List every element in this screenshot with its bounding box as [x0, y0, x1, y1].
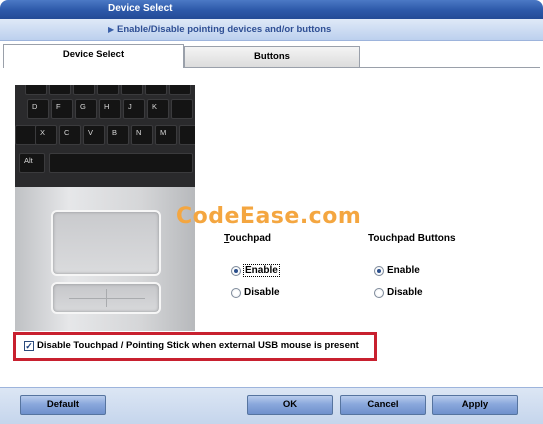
buttons-disable-radio[interactable]	[374, 287, 384, 298]
cancel-button[interactable]: Cancel	[340, 395, 426, 415]
laptop-illustration: D F G H J K X C V B N M Alt	[15, 85, 195, 331]
buttons-disable-option[interactable]: Disable	[374, 287, 423, 298]
key	[97, 85, 119, 95]
usb-mouse-checkbox[interactable]: ✓	[24, 340, 34, 351]
header-banner: ▶ Enable/Disable pointing devices and/or…	[0, 19, 543, 41]
touchpad-buttons-image	[51, 282, 161, 314]
key-alt: Alt	[19, 153, 45, 173]
touchpad-disable-radio[interactable]	[231, 287, 241, 298]
window-title: Device Select	[108, 3, 173, 14]
key	[171, 99, 193, 119]
touchpad-disable-label[interactable]: Disable	[244, 287, 280, 298]
key-g: G	[75, 99, 97, 119]
header-subtitle: Enable/Disable pointing devices and/or b…	[117, 24, 332, 35]
buttons-group-label: Touchpad Buttons	[368, 233, 456, 244]
tab-buttons[interactable]: Buttons	[184, 46, 360, 68]
key-v: V	[83, 125, 105, 145]
touchpad-enable-radio[interactable]	[231, 265, 241, 276]
key-d: D	[27, 99, 49, 119]
tab-device-select[interactable]: Device Select	[3, 44, 184, 68]
usb-mouse-checkbox-row[interactable]: ✓ Disable Touchpad / Pointing Stick when…	[24, 340, 359, 351]
buttons-enable-option[interactable]: Enable	[374, 265, 420, 276]
touchpad-group-label: Touchpad	[224, 233, 272, 244]
key-j: J	[123, 99, 145, 119]
key	[73, 85, 95, 95]
button-divider	[106, 289, 107, 307]
key-f: F	[51, 99, 73, 119]
ok-button[interactable]: OK	[247, 395, 333, 415]
keyboard-image: D F G H J K X C V B N M Alt	[15, 85, 195, 187]
watermark: CodeEase.com	[176, 204, 362, 229]
key	[121, 85, 143, 95]
key-h: H	[99, 99, 121, 119]
buttons-enable-label[interactable]: Enable	[387, 265, 420, 276]
space-bar	[49, 153, 193, 173]
touchpad-enable-option[interactable]: Enable	[231, 264, 280, 277]
key-n: N	[131, 125, 153, 145]
key-m: M	[155, 125, 177, 145]
title-bar: Device Select	[0, 0, 543, 19]
tab-strip-line	[360, 67, 540, 68]
buttons-disable-label[interactable]: Disable	[387, 287, 423, 298]
key-c: C	[59, 125, 81, 145]
key-k: K	[147, 99, 169, 119]
key	[15, 125, 37, 145]
key	[179, 125, 195, 145]
key	[169, 85, 191, 95]
key-x: X	[35, 125, 57, 145]
key-b: B	[107, 125, 129, 145]
key	[145, 85, 167, 95]
arrow-icon: ▶	[108, 25, 115, 34]
touchpad-image	[51, 210, 161, 276]
touchpad-disable-option[interactable]: Disable	[231, 287, 280, 298]
apply-button[interactable]: Apply	[432, 395, 518, 415]
usb-mouse-checkbox-label[interactable]: Disable Touchpad / Pointing Stick when e…	[37, 340, 359, 351]
key	[49, 85, 71, 95]
default-button[interactable]: Default	[20, 395, 106, 415]
touchpad-label-rest: ouchpad	[229, 233, 272, 244]
buttons-enable-radio[interactable]	[374, 265, 384, 276]
key	[25, 85, 47, 95]
touchpad-enable-label[interactable]: Enable	[243, 264, 280, 277]
button-line	[69, 298, 145, 299]
